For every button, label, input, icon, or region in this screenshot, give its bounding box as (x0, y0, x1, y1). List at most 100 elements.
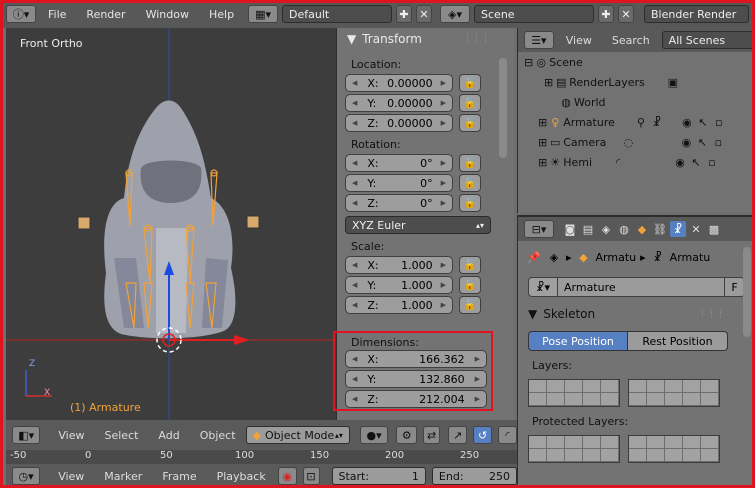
end-frame-field[interactable]: End: 250 (431, 467, 517, 485)
render-camera-icon[interactable]: ▫ (704, 154, 720, 170)
timeline-menu-playback[interactable]: Playback (217, 470, 266, 483)
drag-handle-icon[interactable]: ⋮⋮⋮ (463, 34, 490, 44)
scale-manipulator[interactable]: ◜ (498, 426, 518, 444)
outliner-row-world[interactable]: ◍ World (518, 92, 755, 112)
increment-arrow-icon[interactable]: ▶ (441, 199, 446, 207)
world-tab-icon[interactable]: ◍ (616, 221, 632, 237)
render-tab-icon[interactable]: ◙ (562, 221, 578, 237)
timeline-editor-type-button[interactable]: ◷▾ (12, 467, 41, 485)
lock-toggle[interactable]: 🔓 (459, 256, 481, 274)
texture-tab-icon[interactable]: ▩ (706, 221, 722, 237)
decrement-arrow-icon[interactable]: ◀ (352, 395, 357, 403)
render-engine-select[interactable]: Blender Render (644, 5, 750, 23)
visibility-eye-icon[interactable]: ◉ (679, 114, 695, 130)
lock-toggle[interactable]: 🔓 (459, 276, 481, 294)
decrement-arrow-icon[interactable]: ◀ (352, 261, 357, 269)
lock-toggle[interactable]: 🔓 (459, 296, 481, 314)
properties-scrollbar[interactable] (743, 247, 751, 337)
location-field[interactable]: ◀ Y: 0.00000 ▶ (345, 94, 453, 112)
decrement-arrow-icon[interactable]: ◀ (352, 159, 357, 167)
decrement-arrow-icon[interactable]: ◀ (352, 375, 357, 383)
decrement-arrow-icon[interactable]: ◀ (352, 99, 357, 107)
menu-view[interactable]: View (58, 429, 84, 442)
increment-arrow-icon[interactable]: ▶ (441, 99, 446, 107)
render-camera-icon[interactable]: ▫ (710, 134, 726, 150)
screen-layout-field[interactable]: Default (282, 5, 393, 23)
outliner-row-hemi[interactable]: ⊞ ☀ Hemi ◜ ◉ ↖ ▫ (518, 152, 755, 172)
location-field[interactable]: ◀ X: 0.00000 ▶ (345, 74, 453, 92)
armature-browse-button[interactable]: ☧▾ (528, 277, 558, 297)
outliner-search-menu[interactable]: Search (612, 34, 650, 47)
scale-field[interactable]: ◀ Z: 1.000 ▶ (345, 296, 453, 314)
rotation-field[interactable]: ◀ Y: 0° ▶ (345, 174, 453, 192)
select-cursor-icon[interactable]: ↖ (694, 134, 710, 150)
outliner-editor-type-button[interactable]: ☰▾ (524, 31, 554, 49)
keying-set-button[interactable]: ◉ (277, 467, 297, 485)
decrement-arrow-icon[interactable]: ◀ (352, 199, 357, 207)
increment-arrow-icon[interactable]: ▶ (475, 355, 480, 363)
rest-position-button[interactable]: Rest Position (628, 331, 728, 351)
increment-arrow-icon[interactable]: ▶ (475, 375, 480, 383)
menu-select[interactable]: Select (104, 429, 138, 442)
select-cursor-icon[interactable]: ↖ (688, 154, 704, 170)
fake-user-button[interactable]: F (725, 277, 745, 297)
delete-layout-button[interactable]: ✕ (416, 5, 433, 23)
select-cursor-icon[interactable]: ↖ (695, 114, 711, 130)
dimensions-field[interactable]: ◀ Z: 212.004 ▶ (345, 390, 487, 408)
timeline-menu-marker[interactable]: Marker (104, 470, 142, 483)
viewport-shading-button[interactable]: ●▾ (359, 426, 389, 444)
transform-scrollbar[interactable] (499, 58, 507, 158)
object-tab-icon[interactable]: ◆ (634, 221, 650, 237)
increment-arrow-icon[interactable]: ▶ (441, 119, 446, 127)
timeline-menu-view[interactable]: View (58, 470, 84, 483)
visibility-eye-icon[interactable]: ◉ (678, 134, 694, 150)
add-scene-button[interactable]: ✚ (598, 5, 615, 23)
scale-field[interactable]: ◀ X: 1.000 ▶ (345, 256, 453, 274)
start-frame-field[interactable]: Start: 1 (331, 467, 426, 485)
decrement-arrow-icon[interactable]: ◀ (352, 119, 357, 127)
scene-tab-icon[interactable]: ◈ (598, 221, 614, 237)
pivot-button[interactable]: ⚙ (396, 426, 418, 444)
mode-select[interactable]: ◆ Object Mode ▴▾ (245, 426, 350, 444)
constraints-tab-icon[interactable]: ⛓ (652, 221, 668, 237)
outliner-row-scene[interactable]: ⊟ ◎ Scene (518, 52, 755, 72)
outliner-row-renderlayers[interactable]: ⊞ ▤ RenderLayers ▣ (518, 72, 755, 92)
transform-header[interactable]: ▼ Transform ⋮⋮⋮ (337, 28, 514, 50)
menu-help[interactable]: Help (201, 8, 242, 21)
scene-selector-button[interactable]: ◈▾ (440, 5, 471, 23)
increment-arrow-icon[interactable]: ▶ (475, 395, 480, 403)
decrement-arrow-icon[interactable]: ◀ (352, 301, 357, 309)
manipulator-toggle[interactable]: ⇄ (423, 426, 441, 444)
menu-window[interactable]: Window (138, 8, 197, 21)
outliner-display-mode[interactable]: All Scenes (661, 31, 755, 49)
rotation-field[interactable]: ◀ Z: 0° ▶ (345, 194, 453, 212)
menu-add[interactable]: Add (158, 429, 179, 442)
properties-editor-type-button[interactable]: ⊟▾ (524, 220, 554, 238)
lock-toggle[interactable]: 🔓 (459, 154, 481, 172)
layer-block[interactable] (628, 379, 720, 407)
decrement-arrow-icon[interactable]: ◀ (352, 355, 357, 363)
outliner-row-armature[interactable]: ⊞ ♀ Armature ⚲ ☧ ◉ ↖ ▫ (518, 112, 755, 132)
armature-data-tab-icon[interactable]: ☧ (670, 221, 686, 237)
lock-toggle[interactable]: 🔓 (459, 74, 481, 92)
lock-button[interactable]: ⊡ (302, 467, 320, 485)
armature-name-field[interactable]: Armature (558, 277, 725, 297)
protected-layer-block[interactable] (628, 435, 720, 463)
scale-field[interactable]: ◀ Y: 1.000 ▶ (345, 276, 453, 294)
pin-icon[interactable]: 📌 (526, 249, 542, 265)
layer-block[interactable] (528, 379, 620, 407)
3d-viewport[interactable]: Front Ortho Z X (1) Armature (6, 28, 336, 420)
increment-arrow-icon[interactable]: ▶ (441, 159, 446, 167)
lock-toggle[interactable]: 🔓 (459, 114, 481, 132)
increment-arrow-icon[interactable]: ▶ (441, 179, 446, 187)
add-layout-button[interactable]: ✚ (396, 5, 413, 23)
screen-layout-button[interactable]: ▦▾ (248, 5, 279, 23)
location-field[interactable]: ◀ Z: 0.00000 ▶ (345, 114, 453, 132)
decrement-arrow-icon[interactable]: ◀ (352, 281, 357, 289)
renderlayers-tab-icon[interactable]: ▤ (580, 221, 596, 237)
translate-manipulator[interactable]: ↗ (448, 426, 468, 444)
drag-handle-icon[interactable]: ⋮⋮⋮ (698, 309, 725, 319)
decrement-arrow-icon[interactable]: ◀ (352, 179, 357, 187)
timeline-ruler[interactable]: -50 0 50 100 150 200 250 (6, 450, 517, 464)
pose-position-button[interactable]: Pose Position (528, 331, 628, 351)
